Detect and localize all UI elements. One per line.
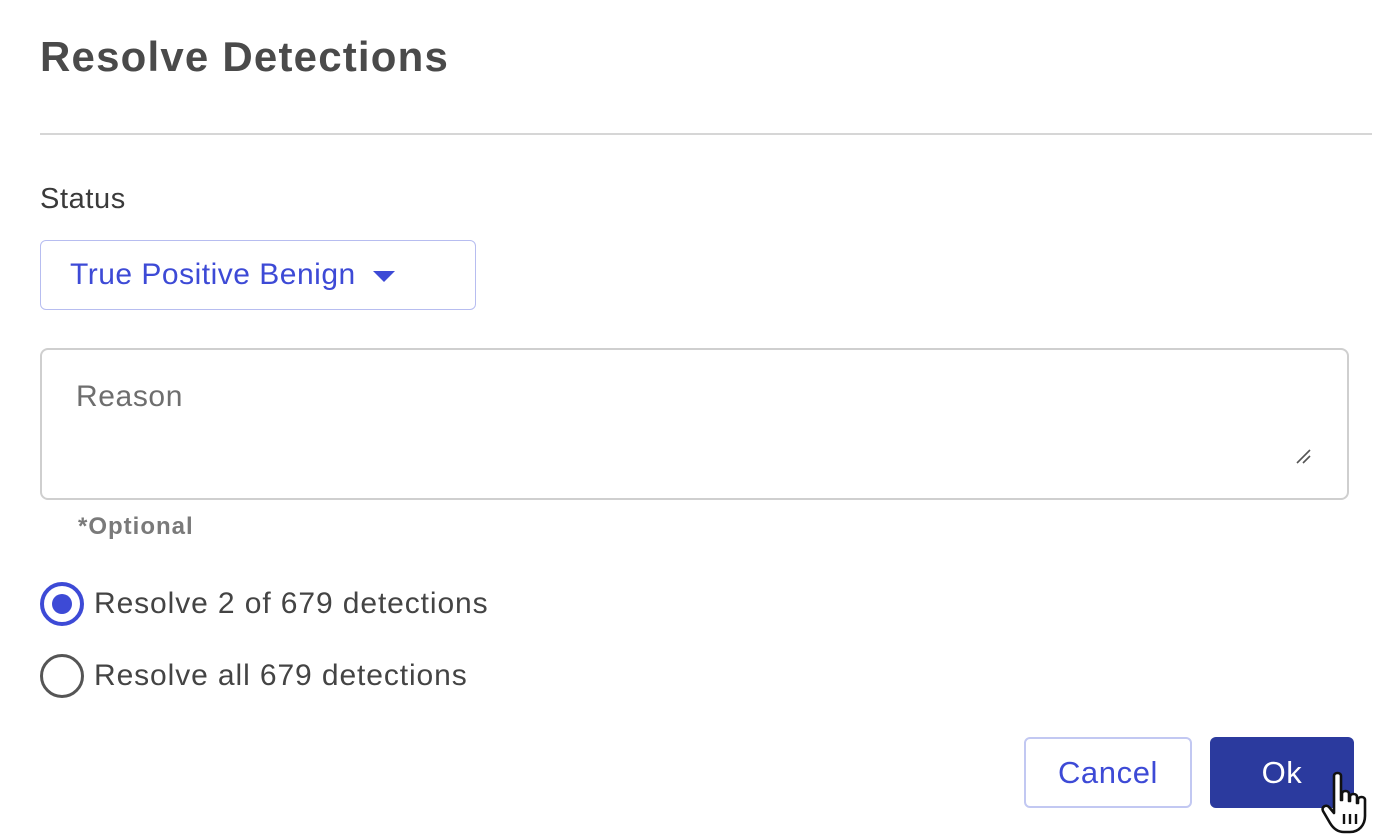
scope-option-label: Resolve 2 of 679 detections bbox=[94, 587, 489, 620]
caret-down-icon bbox=[372, 270, 395, 282]
header-divider bbox=[40, 133, 1372, 135]
status-label: Status bbox=[40, 183, 126, 215]
scope-option-selected[interactable]: Resolve 2 of 679 detections bbox=[40, 582, 489, 626]
radio-unchecked-icon[interactable] bbox=[40, 654, 84, 698]
reason-input[interactable] bbox=[76, 380, 1276, 470]
ok-button[interactable]: Ok bbox=[1210, 737, 1354, 808]
scope-option-label: Resolve all 679 detections bbox=[94, 659, 468, 692]
reason-optional-hint: *Optional bbox=[78, 513, 194, 540]
scope-option-all[interactable]: Resolve all 679 detections bbox=[40, 654, 468, 698]
cancel-button[interactable]: Cancel bbox=[1024, 737, 1192, 808]
resize-handle-icon[interactable] bbox=[1295, 448, 1311, 464]
status-dropdown[interactable]: True Positive Benign bbox=[40, 240, 476, 310]
reason-field-container bbox=[40, 348, 1349, 500]
radio-checked-icon[interactable] bbox=[40, 582, 84, 626]
dialog-title: Resolve Detections bbox=[40, 33, 450, 80]
status-dropdown-value: True Positive Benign bbox=[70, 258, 356, 291]
resolve-detections-dialog: Resolve Detections Status True Positive … bbox=[0, 0, 1399, 835]
